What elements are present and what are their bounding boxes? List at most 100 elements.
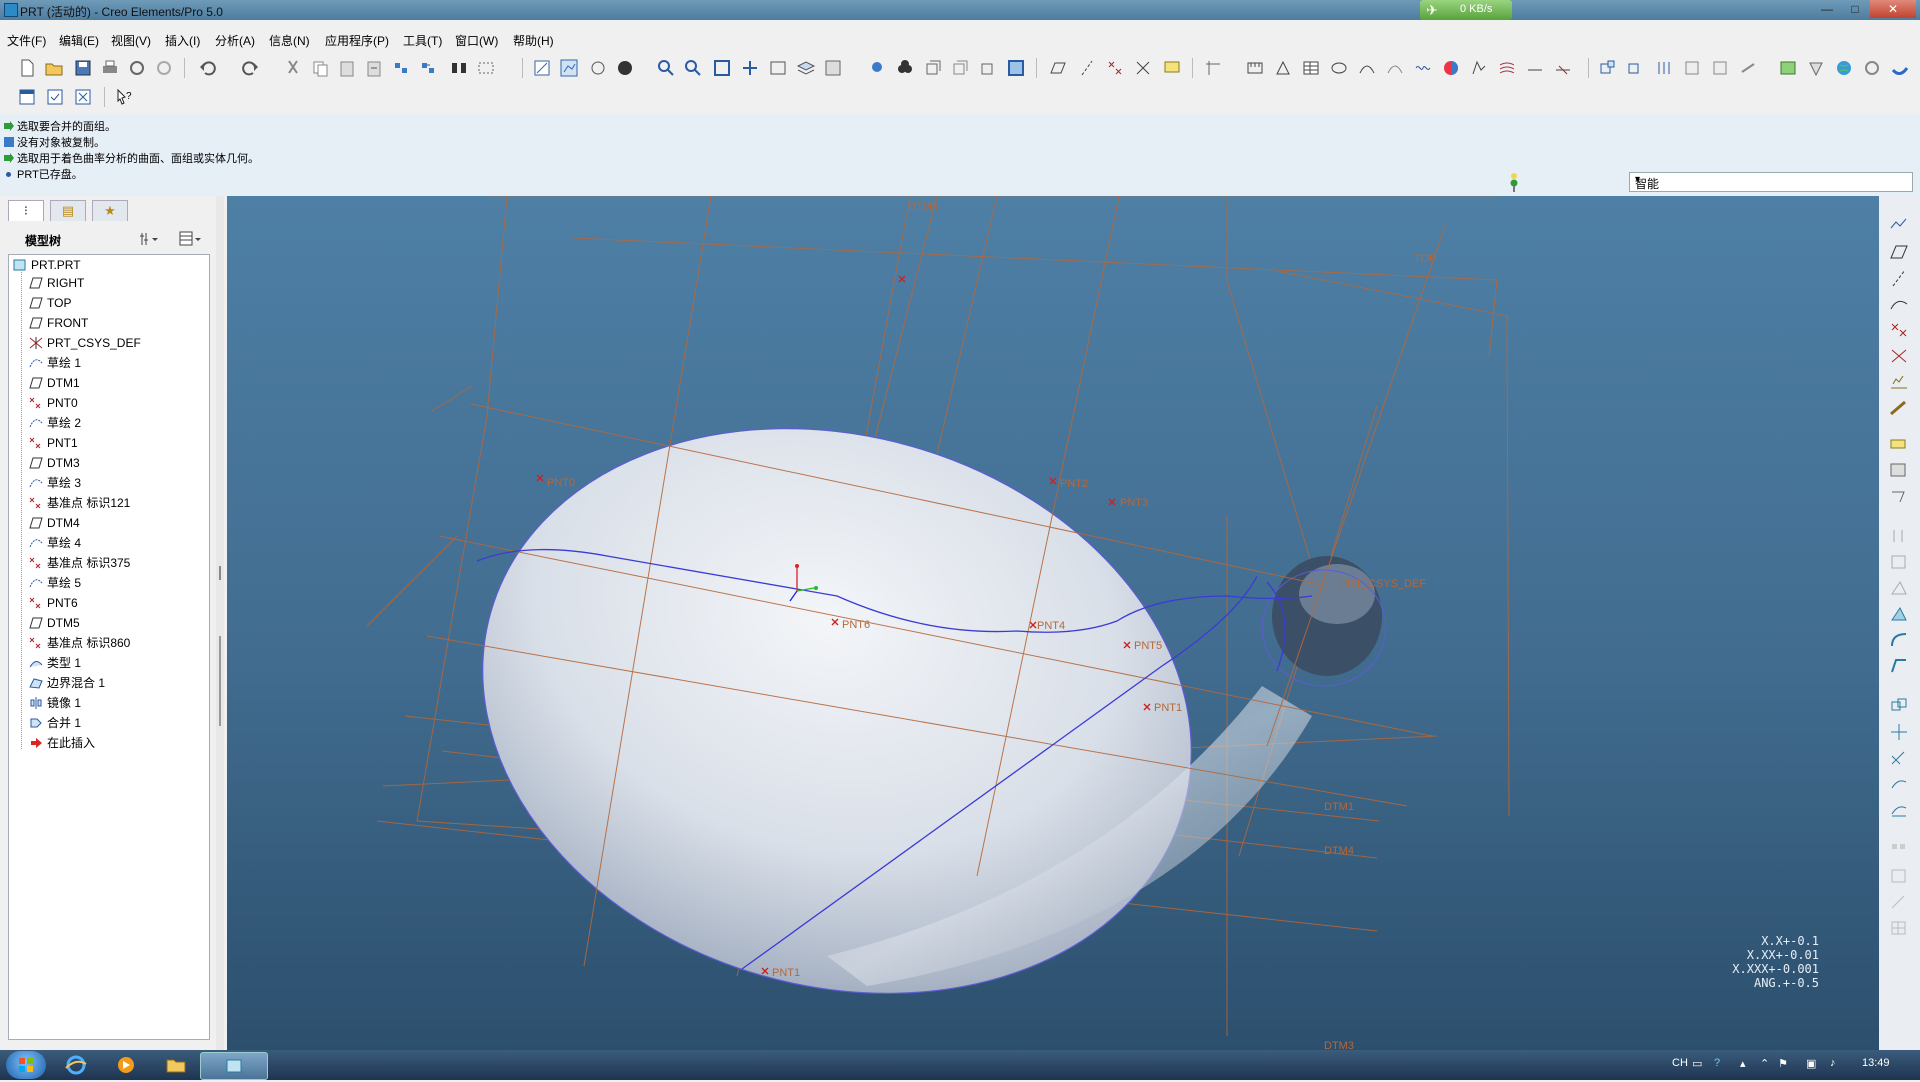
volume-icon[interactable]: ♪ xyxy=(1830,1057,1836,1069)
shell-tool-icon[interactable] xyxy=(1888,552,1910,572)
menu-analysis[interactable]: 分析(A) xyxy=(215,32,255,49)
paste-special-icon[interactable] xyxy=(364,58,384,78)
model-scene[interactable]: DTM5 TOP DTM1 DTM4 DTM3 PNT0 PNT6 PNT4 P… xyxy=(227,196,1879,1050)
copy-tool-icon[interactable] xyxy=(1888,696,1910,716)
tab-folder-browser[interactable]: ▤ xyxy=(50,200,86,221)
taskbar-explorer[interactable] xyxy=(156,1052,196,1078)
regen-manager-icon[interactable] xyxy=(418,58,438,78)
tree-item[interactable]: 合并 1 xyxy=(29,714,81,732)
datum-point-pnt0[interactable] xyxy=(536,474,544,482)
minimize-button[interactable]: — xyxy=(1814,0,1840,18)
tree-item[interactable]: PNT1 xyxy=(29,434,78,452)
merge-tool-icon[interactable] xyxy=(1888,748,1910,768)
tree-item[interactable]: 草绘 5 xyxy=(29,574,81,592)
open-folder-icon[interactable] xyxy=(44,58,64,78)
tree-item[interactable]: PNT6 xyxy=(29,594,78,612)
tray-arrow-icon[interactable]: ▴ xyxy=(1740,1057,1746,1070)
taskbar-creo[interactable] xyxy=(200,1052,268,1080)
menu-file[interactable]: 文件(F) xyxy=(7,32,46,49)
regenerate-icon[interactable] xyxy=(391,58,411,78)
extrude-tool-icon[interactable] xyxy=(1888,434,1910,454)
table-icon[interactable] xyxy=(1301,58,1321,78)
reflection-icon[interactable] xyxy=(1469,58,1489,78)
tree-item[interactable]: FRONT xyxy=(29,314,88,332)
tree-item[interactable]: 在此插入 xyxy=(29,734,95,752)
panel-splitter[interactable] xyxy=(216,196,224,1050)
hole-tool-icon[interactable] xyxy=(1888,526,1910,546)
taskbar-media-player[interactable] xyxy=(106,1052,146,1078)
action-center-flag-icon[interactable]: ⚑ xyxy=(1778,1057,1788,1070)
datum-point-tool-icon[interactable] xyxy=(1888,320,1910,340)
deviation-icon[interactable] xyxy=(1553,58,1573,78)
zoom-out-icon[interactable] xyxy=(683,58,703,78)
online-resources-icon[interactable] xyxy=(1890,58,1910,78)
cut-icon[interactable] xyxy=(283,58,303,78)
tree-item[interactable]: DTM5 xyxy=(29,614,80,632)
menu-edit[interactable]: 编辑(E) xyxy=(59,32,99,49)
selection-filter-dropdown[interactable]: 智能 ▾ xyxy=(1629,172,1913,192)
datum-point-pnt3[interactable] xyxy=(1108,498,1116,506)
new-file-icon[interactable] xyxy=(17,58,37,78)
tree-item[interactable]: 草绘 4 xyxy=(29,534,81,552)
tab-model-tree[interactable]: ⁝ xyxy=(8,200,44,221)
redo-icon[interactable] xyxy=(240,58,260,78)
datum-points-toggle-icon[interactable] xyxy=(1105,58,1125,78)
sketcher-icon[interactable] xyxy=(532,58,552,78)
paste-icon[interactable] xyxy=(337,58,357,78)
context-help-icon[interactable]: ? xyxy=(114,87,134,107)
catalog-icon[interactable] xyxy=(1778,58,1798,78)
tree-item[interactable]: 基准点 标识121 xyxy=(29,494,130,512)
new-window-icon[interactable] xyxy=(17,87,37,107)
display-style-icon[interactable] xyxy=(615,58,635,78)
tree-item[interactable]: DTM3 xyxy=(29,454,80,472)
solidify-tool-icon[interactable] xyxy=(1888,918,1910,938)
draft-analysis-icon[interactable] xyxy=(1385,58,1405,78)
tree-item[interactable]: 草绘 3 xyxy=(29,474,81,492)
tree-item[interactable]: DTM4 xyxy=(29,514,80,532)
reference-icon[interactable] xyxy=(1710,58,1730,78)
spin-center-icon[interactable] xyxy=(1203,58,1223,78)
shading-icon[interactable] xyxy=(895,58,915,78)
tree-item[interactable]: 草绘 1 xyxy=(29,354,81,372)
tree-root[interactable]: PRT.PRT xyxy=(13,256,81,274)
datum-plane-tool-icon[interactable] xyxy=(1888,242,1910,262)
extend-tool-icon[interactable] xyxy=(1888,800,1910,820)
zoom-in-icon[interactable] xyxy=(656,58,676,78)
tree-item[interactable]: DTM1 xyxy=(29,374,80,392)
menu-window[interactable]: 窗口(W) xyxy=(455,32,498,49)
csys-tool-icon[interactable] xyxy=(1888,346,1910,366)
tree-item[interactable]: 基准点 标识375 xyxy=(29,554,130,572)
appearance-icon[interactable] xyxy=(823,58,843,78)
saved-views-icon[interactable] xyxy=(588,58,608,78)
tree-item[interactable]: RIGHT xyxy=(29,274,84,292)
datum-point-top[interactable] xyxy=(898,275,906,283)
sketch-tool-icon[interactable] xyxy=(1888,398,1910,418)
print-icon[interactable] xyxy=(100,58,120,78)
datum-display-filter-icon[interactable] xyxy=(1888,216,1910,236)
close-window-icon[interactable] xyxy=(73,87,93,107)
sync-icon[interactable] xyxy=(1862,58,1882,78)
sweep-tool-icon[interactable] xyxy=(1888,486,1910,506)
rib-tool-icon[interactable] xyxy=(1888,578,1910,598)
send-link-icon[interactable] xyxy=(154,58,174,78)
layers-icon[interactable] xyxy=(796,58,816,78)
tree-item[interactable]: 镜像 1 xyxy=(29,694,81,712)
slope-icon[interactable] xyxy=(1497,58,1517,78)
shaded-display-icon[interactable] xyxy=(1006,58,1026,78)
curve-analysis-icon[interactable] xyxy=(1413,58,1433,78)
undo-icon[interactable] xyxy=(198,58,218,78)
shaded-curvature-icon[interactable] xyxy=(1441,58,1461,78)
draft-tool-icon[interactable] xyxy=(1888,604,1910,624)
network-speed-widget[interactable]: ✈ 0 KB/s xyxy=(1420,0,1512,20)
globe-icon[interactable] xyxy=(1834,58,1854,78)
section-icon[interactable] xyxy=(1329,58,1349,78)
refit-icon[interactable] xyxy=(712,58,732,78)
offset-icon[interactable] xyxy=(1525,58,1545,78)
keyboard-icon[interactable]: ▭ xyxy=(1692,1057,1702,1070)
tree-item[interactable]: 类型 1 xyxy=(29,654,81,672)
datum-curve-tool-icon[interactable] xyxy=(1888,294,1910,314)
measure-icon[interactable] xyxy=(1245,58,1265,78)
datum-display-icon[interactable] xyxy=(559,58,579,78)
datum-point-pnt2[interactable] xyxy=(1049,477,1057,485)
input-language[interactable]: CH xyxy=(1672,1057,1688,1069)
